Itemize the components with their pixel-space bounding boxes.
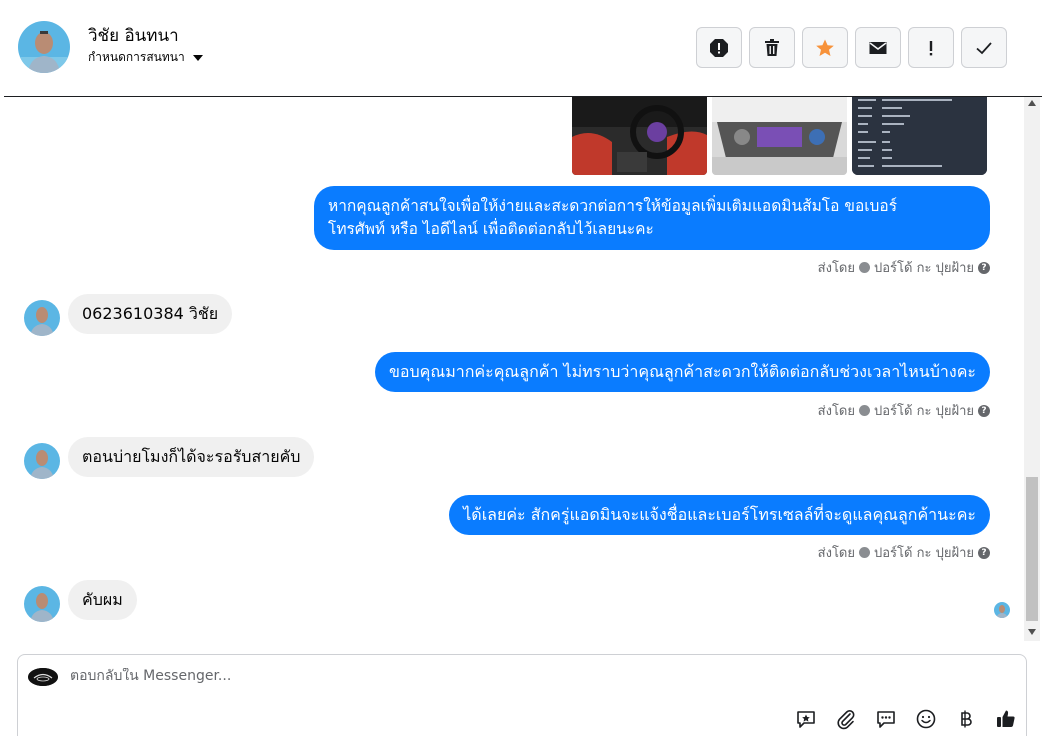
- caret-down-icon: [192, 54, 203, 61]
- sent-by-name: ปอร์โด้ กะ ปุยฝ้าย: [874, 546, 974, 561]
- help-icon[interactable]: ?: [978, 404, 990, 417]
- sent-by-prefix: ส่งโดย: [817, 404, 855, 419]
- message-bubble-outgoing[interactable]: ได้เลยค่ะ สักครู่แอดมินจะแจ้งชื่อและเบอร…: [449, 495, 990, 535]
- message-bubble-outgoing[interactable]: ขอบคุณมากค่ะคุณลูกค้า ไม่ทราบว่าคุณลูกค้…: [374, 352, 990, 392]
- assign-conversation-dropdown[interactable]: กำหนดการสนทนา: [88, 48, 203, 67]
- message-text: ตอนบ่ายโมงก็ได้จะรอรับสายคับ: [82, 447, 301, 466]
- scroll-down-arrow-icon[interactable]: [1028, 629, 1036, 635]
- message-text-line: หากคุณลูกค้าสนใจเพื่อให้ง่ายและสะดวกต่อก…: [328, 197, 898, 215]
- like-button[interactable]: [994, 707, 1018, 731]
- seen-avatar: [994, 602, 1010, 618]
- saved-reply-button[interactable]: [794, 707, 818, 731]
- scroll-up-arrow-icon[interactable]: [1028, 100, 1036, 106]
- payment-button[interactable]: [954, 707, 978, 731]
- sent-by-prefix: ส่งโดย: [817, 261, 855, 276]
- message-bubble-incoming[interactable]: 0623610384 วิชัย: [68, 294, 233, 334]
- message-text: 0623610384 วิชัย: [82, 304, 219, 323]
- quick-replies-button[interactable]: [874, 707, 898, 731]
- emoji-button[interactable]: [914, 707, 938, 731]
- header-actions: [696, 27, 1007, 68]
- message-text: คับผม: [82, 590, 123, 609]
- messenger-inbox-app: วิชัย อินทนา กำหนดการสนทนา หากคุณลูกค้าส…: [0, 0, 1042, 736]
- sent-by-info: ส่งโดย ปอร์โด้ กะ ปุยฝ้าย ?: [818, 257, 990, 278]
- delete-button[interactable]: [749, 27, 795, 68]
- message-bubble-outgoing[interactable]: หากคุณลูกค้าสนใจเพื่อให้ง่ายและสะดวกต่อก…: [314, 186, 990, 250]
- attachment-icon: [837, 710, 855, 730]
- report-icon: [710, 38, 728, 57]
- emoji-icon: [916, 709, 936, 729]
- saved-reply-icon: [797, 711, 815, 728]
- envelope-icon: [869, 41, 887, 54]
- report-button[interactable]: [696, 27, 742, 68]
- message-thread[interactable]: หากคุณลูกค้าสนใจเพื่อให้ง่ายและสะดวกต่อก…: [4, 97, 1024, 641]
- page-avatar-icon: [859, 405, 870, 416]
- baht-icon: [961, 710, 972, 728]
- car-interior-image[interactable]: [572, 97, 707, 175]
- page-avatar-icon: [859, 547, 870, 558]
- assign-label: กำหนดการสนทนา: [88, 50, 185, 64]
- page-avatar-icon: [859, 262, 870, 273]
- sent-by-info: ส่งโดย ปอร์โด้ กะ ปุยฝ้าย ?: [818, 400, 990, 421]
- composer-tools: [794, 707, 1018, 731]
- conversation-header: วิชัย อินทนา กำหนดการสนทนา: [4, 0, 1042, 97]
- contact-name: วิชัย อินทนา: [88, 26, 179, 46]
- help-icon[interactable]: ?: [978, 261, 990, 274]
- engine-image[interactable]: [712, 97, 847, 175]
- sent-by-name: ปอร์โด้ กะ ปุยฝ้าย: [874, 261, 974, 276]
- contact-avatar-small[interactable]: [24, 586, 60, 622]
- mark-done-button[interactable]: [961, 27, 1007, 68]
- trash-icon: [765, 38, 779, 56]
- message-bubble-incoming[interactable]: ตอนบ่ายโมงก็ได้จะรอรับสายคับ: [68, 437, 315, 477]
- exclamation-icon: [929, 40, 933, 55]
- sent-by-prefix: ส่งโดย: [817, 546, 855, 561]
- scroll-thumb[interactable]: [1026, 477, 1038, 621]
- page-logo: [28, 668, 58, 686]
- check-icon: [976, 41, 992, 54]
- mark-unread-button[interactable]: [855, 27, 901, 68]
- star-button[interactable]: [802, 27, 848, 68]
- chat-bubble-icon: [877, 711, 895, 728]
- sent-by-info: ส่งโดย ปอร์โด้ กะ ปุยฝ้าย ?: [818, 542, 990, 563]
- message-bubble-incoming[interactable]: คับผม: [68, 580, 137, 620]
- help-icon[interactable]: ?: [978, 546, 990, 559]
- reply-input[interactable]: [70, 668, 670, 684]
- image-attachments: [572, 97, 987, 175]
- message-text-line: โทรศัพท์ หรือ ไอดีไลน์ เพื่อติดต่อกลับไว…: [328, 220, 654, 238]
- contact-avatar[interactable]: [18, 21, 70, 73]
- contact-avatar-small[interactable]: [24, 443, 60, 479]
- message-text: ขอบคุณมากค่ะคุณลูกค้า ไม่ทราบว่าคุณลูกค้…: [388, 362, 976, 381]
- mark-spam-button[interactable]: [908, 27, 954, 68]
- reply-composer: [17, 654, 1027, 736]
- attach-button[interactable]: [834, 707, 858, 731]
- message-text: ได้เลยค่ะ สักครู่แอดมินจะแจ้งชื่อและเบอร…: [463, 505, 976, 524]
- thread-scrollbar[interactable]: [1024, 97, 1040, 641]
- document-image[interactable]: [852, 97, 987, 175]
- sent-by-name: ปอร์โด้ กะ ปุยฝ้าย: [874, 404, 974, 419]
- star-icon: [816, 39, 834, 56]
- thumbs-up-icon: [997, 710, 1015, 727]
- contact-avatar-small[interactable]: [24, 300, 60, 336]
